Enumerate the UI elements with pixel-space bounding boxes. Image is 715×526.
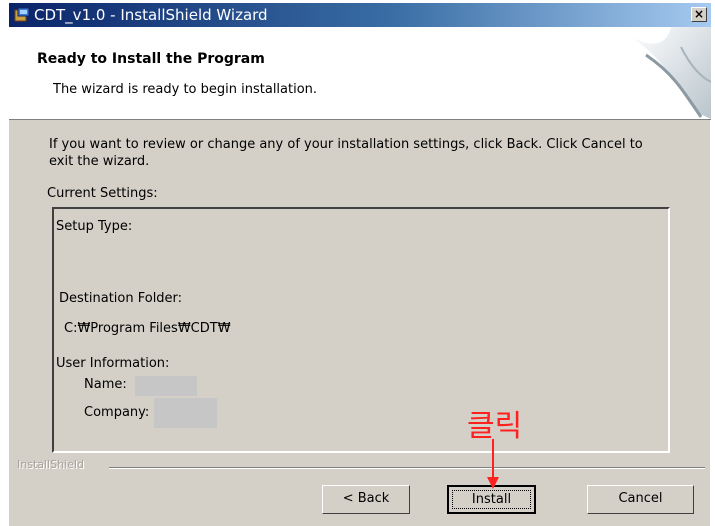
destination-folder-value: C:₩Program Files₩CDT₩ — [64, 321, 231, 336]
user-information-label: User Information: — [56, 356, 170, 371]
footer-divider — [109, 467, 705, 469]
current-settings-label: Current Settings: — [47, 186, 158, 201]
arrow-down-icon — [487, 439, 499, 489]
header-graphic-icon — [631, 27, 711, 119]
installer-window: CDT_v1.0 - InstallShield Wizard × Ready … — [8, 3, 711, 526]
header-panel: Ready to Install the Program The wizard … — [9, 27, 711, 120]
title-bar[interactable]: CDT_v1.0 - InstallShield Wizard × — [9, 3, 711, 27]
setup-type-label: Setup Type: — [56, 219, 133, 234]
name-value-redacted — [135, 376, 197, 396]
back-button-label: < Back — [342, 491, 390, 506]
company-value-redacted — [154, 398, 217, 428]
page-subtitle: The wizard is ready to begin installatio… — [53, 82, 318, 97]
company-label: Company: — [84, 405, 150, 420]
installshield-brand: InstallShield — [17, 458, 84, 471]
name-label: Name: — [84, 377, 127, 392]
cancel-button[interactable]: Cancel — [587, 485, 694, 514]
install-button[interactable]: Install — [447, 485, 536, 514]
cancel-button-label: Cancel — [618, 491, 663, 506]
page-title: Ready to Install the Program — [37, 51, 265, 67]
destination-folder-label: Destination Folder: — [59, 291, 183, 306]
installer-icon — [14, 7, 30, 22]
instruction-text-continued: exit the wizard. — [49, 154, 150, 169]
window-title: CDT_v1.0 - InstallShield Wizard — [34, 6, 268, 24]
focus-rectangle — [452, 490, 531, 509]
instruction-text: If you want to review or change any of y… — [49, 137, 643, 152]
back-button[interactable]: < Back — [322, 485, 410, 514]
close-icon[interactable]: × — [691, 7, 707, 22]
